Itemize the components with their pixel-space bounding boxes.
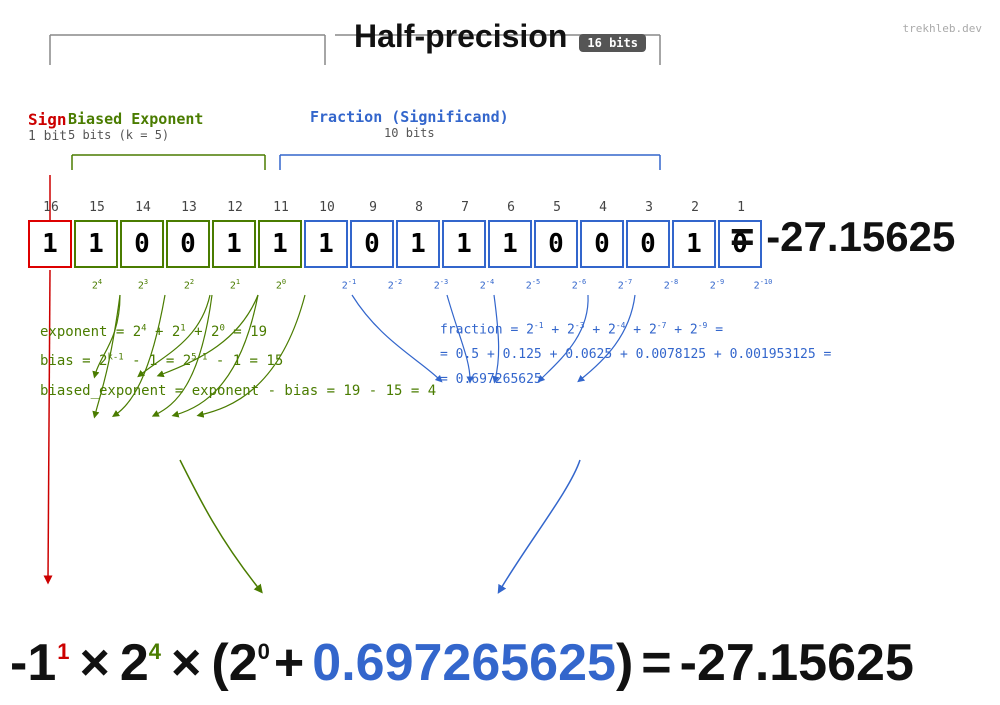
fraction-label: Fraction (Significand) 10 bits xyxy=(310,108,509,140)
frac-powers: 2-1 2-2 2-3 2-4 2-5 2-6 2-7 2-8 2-9 2-10 xyxy=(326,278,786,291)
bit-pos-8: 8 xyxy=(396,200,442,215)
bit-box-10: 1 xyxy=(488,220,532,268)
bit-box-13: 0 xyxy=(626,220,670,268)
bit-box-11: 0 xyxy=(534,220,578,268)
exp-powers: 24 23 22 21 20 xyxy=(74,278,304,291)
bit-box-4: 1 xyxy=(212,220,256,268)
formula-sign-sup: 1 xyxy=(57,639,69,665)
fraction-line2: = 0.5 + 0.125 + 0.0625 + 0.0078125 + 0.0… xyxy=(440,343,831,368)
exponent-label: Biased Exponent 5 bits (k = 5) xyxy=(68,110,203,142)
bit-box-0: 1 xyxy=(28,220,72,268)
formula-paren-close: ) xyxy=(616,633,633,693)
exponent-calc: exponent = 24 + 21 + 20 = 19 bias = 2k-1… xyxy=(40,318,436,406)
formula-paren-open: (2 xyxy=(211,633,257,693)
bit-pos-7: 7 xyxy=(442,200,488,215)
formula-two: 2 xyxy=(120,633,149,693)
formula-paren-sup: 0 xyxy=(258,639,270,665)
formula-exp-sup: 4 xyxy=(149,639,161,665)
bit-pos-11: 11 xyxy=(258,200,304,215)
bit-pos-10: 10 xyxy=(304,200,350,215)
bit-pos-4: 4 xyxy=(580,200,626,215)
bit-pos-3: 3 xyxy=(626,200,672,215)
formula-plus: + xyxy=(274,633,304,693)
result-value: = -27.15625 xyxy=(730,213,955,261)
bit-pos-9: 9 xyxy=(350,200,396,215)
formula-neg: -1 xyxy=(10,633,56,693)
bit-box-12: 0 xyxy=(580,220,624,268)
bit-box-5: 1 xyxy=(258,220,302,268)
fraction-line3: = 0.697265625 xyxy=(440,368,831,393)
bit-pos-2: 2 xyxy=(672,200,718,215)
formula-equals: = xyxy=(641,633,671,693)
bit-box-2: 0 xyxy=(120,220,164,268)
fraction-line1: fraction = 2-1 + 2-3 + 2-4 + 2-7 + 2-9 = xyxy=(440,318,831,343)
bias-line: bias = 2k-1 - 1 = 25-1 - 1 = 15 xyxy=(40,347,436,376)
bit-box-14: 1 xyxy=(672,220,716,268)
bits-row: 1100111011100010 xyxy=(28,220,764,268)
bit-pos-6: 6 xyxy=(488,200,534,215)
bit-box-3: 0 xyxy=(166,220,210,268)
bit-box-9: 1 xyxy=(442,220,486,268)
bit-pos-13: 13 xyxy=(166,200,212,215)
sign-label: Sign 1 bit xyxy=(28,110,67,144)
bit-box-6: 1 xyxy=(304,220,348,268)
formula-fraction-val: 0.697265625 xyxy=(312,633,616,693)
formula-times1: × xyxy=(80,633,110,693)
bit-pos-12: 12 xyxy=(212,200,258,215)
bit-pos-14: 14 xyxy=(120,200,166,215)
bottom-formula: -1 1 × 2 4 × (2 0 + 0.697265625 ) = -27.… xyxy=(10,633,990,693)
bit-pos-15: 15 xyxy=(74,200,120,215)
formula-result: -27.15625 xyxy=(680,633,914,693)
fraction-calc: fraction = 2-1 + 2-3 + 2-4 + 2-7 + 2-9 =… xyxy=(440,318,831,392)
bit-box-1: 1 xyxy=(74,220,118,268)
exponent-line: exponent = 24 + 21 + 20 = 19 xyxy=(40,318,436,347)
formula-times2: × xyxy=(171,633,201,693)
biased-line: biased_exponent = exponent - bias = 19 -… xyxy=(40,377,436,406)
page-title: Half-precision xyxy=(354,18,567,54)
site-credit: trekhleb.dev xyxy=(903,22,982,35)
title-area: Half-precision 16 bits trekhleb.dev xyxy=(0,0,1000,55)
bits-badge: 16 bits xyxy=(579,34,646,52)
bit-pos-16: 16 xyxy=(28,200,74,215)
bit-pos-5: 5 xyxy=(534,200,580,215)
bit-box-8: 1 xyxy=(396,220,440,268)
bit-box-7: 0 xyxy=(350,220,394,268)
bit-positions: 16151413121110987654321 xyxy=(28,200,764,215)
